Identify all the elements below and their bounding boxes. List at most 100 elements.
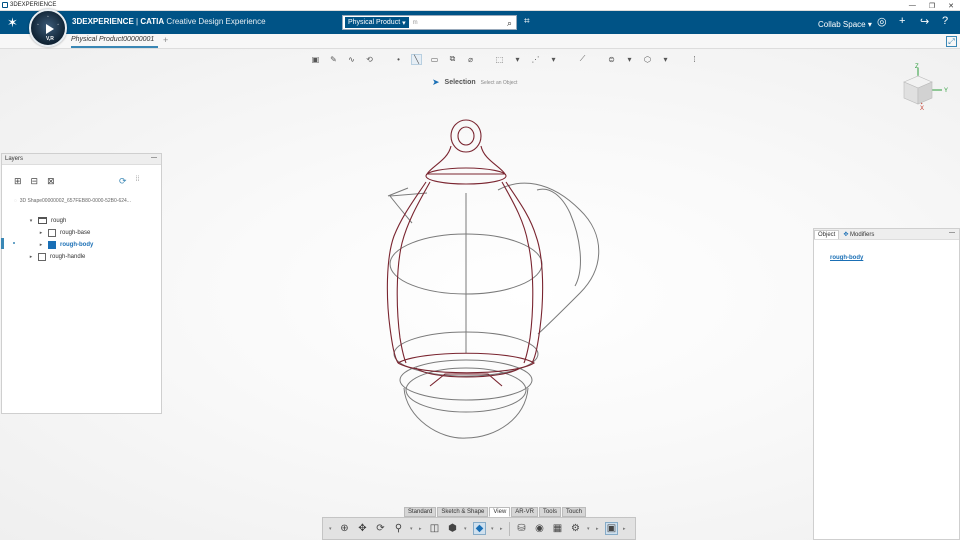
view-mode-icon[interactable]: ◆ <box>473 522 486 535</box>
action-bar-tabs: Standard Sketch & Shape View AR-VR Tools… <box>404 507 586 517</box>
cursor-arrow-icon: ➤ <box>432 77 440 87</box>
compass-widget[interactable]: ◦ ◦ ◦ V,R <box>29 9 67 47</box>
cube-y-label: Y <box>944 88 948 94</box>
chevron-right-icon[interactable]: ▸ <box>596 526 600 532</box>
cube-view-icon[interactable]: ⬡ <box>642 55 653 64</box>
action-bar: ▾ ⊕ ✥ ⟳ ⚲ ▾ ▸ ◫ ⬢ ▾ ◆ ▾ ▸ ⛁ ◉ ▦ ⚙ ▾ ▸ ▣ … <box>322 517 636 540</box>
capture-icon[interactable]: ◫ <box>428 523 441 534</box>
compass-quadrant-top[interactable]: ◦ <box>47 14 49 20</box>
minimize-button[interactable]: — <box>909 2 916 9</box>
chevron-down-icon[interactable]: ▾ <box>329 526 333 532</box>
tab-modifiers[interactable]: ✥ Modifiers <box>839 230 878 239</box>
cube-x-label: X <box>920 106 924 112</box>
play-icon[interactable] <box>46 24 54 34</box>
magnifier-icon[interactable]: ⚲ <box>392 523 405 534</box>
new-folder-icon[interactable]: ⊟ <box>31 176 39 187</box>
transform-icon[interactable]: ⟲ <box>364 55 375 64</box>
delete-icon[interactable]: ⊠ <box>47 176 55 187</box>
expand-arrow-icon[interactable]: ▸ <box>28 254 34 260</box>
search-category-dropdown[interactable]: Physical Product ▾ <box>345 17 409 28</box>
window-title: 3DEXPERIENCE <box>10 2 57 8</box>
maximize-button[interactable]: ❐ <box>929 2 935 10</box>
database-icon[interactable]: ⛁ <box>515 523 528 534</box>
view-cube[interactable]: Z Y X <box>898 62 952 114</box>
chevron-down-icon[interactable]: ▾ <box>587 526 591 532</box>
grip-icon[interactable]: ⁞⁞ <box>136 176 140 187</box>
tab-touch[interactable]: Touch <box>561 507 586 517</box>
tree-item-rough[interactable]: ▾ rough <box>28 215 66 226</box>
layers-panel: Layers — ⊞ ⊟ ⊠ ⟳ ⁞⁞ ◌ 3D Shape00000002_6… <box>1 153 162 414</box>
tab-ar-vr[interactable]: AR-VR <box>511 507 538 517</box>
tab-tools[interactable]: Tools <box>538 507 561 517</box>
collab-space-dropdown[interactable]: Collab Space ▾ <box>818 20 872 29</box>
chevron-down-icon[interactable]: ▾ <box>512 55 523 64</box>
expand-icon[interactable]: ⤢ <box>946 36 957 47</box>
shape-node[interactable]: ◌ 3D Shape00000002_657FEB80-0000-52B0-62… <box>14 198 131 204</box>
share-icon[interactable]: ↪ <box>920 15 929 28</box>
modifiers-icon: ✥ <box>843 232 849 238</box>
minimize-panel-button[interactable]: — <box>151 155 157 161</box>
layers-toolbar-right: ⟳ ⁞⁞ <box>119 176 139 187</box>
tree-item-rough-body[interactable]: ▸ rough-body <box>38 239 93 250</box>
object-link-rough-body[interactable]: rough-body <box>830 255 863 261</box>
expand-arrow-icon[interactable]: ▾ <box>28 218 34 224</box>
tab-sketch-shape[interactable]: Sketch & Shape <box>437 507 489 517</box>
chevron-down-icon[interactable]: ▾ <box>464 526 468 532</box>
user-profile-icon[interactable]: ◎ <box>877 15 887 28</box>
tree-item-rough-base[interactable]: ▸ rough-base <box>38 227 90 238</box>
chevron-down-icon[interactable]: ▾ <box>660 55 671 64</box>
snap-icon[interactable]: ⋰ <box>530 55 541 64</box>
erase-icon[interactable]: ⌀ <box>465 55 476 64</box>
pan-icon[interactable]: ✥ <box>356 523 369 534</box>
compass-quadrant-right[interactable]: ◦ <box>57 22 59 28</box>
ds-logo-icon[interactable]: ✶ <box>7 15 18 31</box>
refresh-icon[interactable]: ⟳ <box>119 176 127 187</box>
minimize-panel-button[interactable]: — <box>949 230 955 236</box>
settings-icon[interactable]: ⚙ <box>569 523 582 534</box>
teapot-sketch[interactable] <box>380 118 610 448</box>
close-button[interactable]: ✕ <box>948 2 954 10</box>
active-layer-dot <box>13 242 15 244</box>
tab-object[interactable]: Object <box>814 230 840 239</box>
box-select-icon[interactable]: ⬚ <box>494 55 505 64</box>
expand-arrow-icon[interactable]: ▸ <box>38 230 44 236</box>
chevron-down-icon[interactable]: ▾ <box>410 526 414 532</box>
render-style-icon[interactable]: ⬢ <box>446 523 459 534</box>
tree-item-rough-handle[interactable]: ▸ rough-handle <box>28 251 85 262</box>
layers-title: Layers <box>5 156 24 162</box>
help-icon[interactable]: ? <box>942 15 948 27</box>
line-icon[interactable]: ╲ <box>411 53 422 65</box>
chevron-right-icon[interactable]: ▸ <box>419 526 423 532</box>
zoom-icon[interactable]: ⊕ <box>338 523 351 534</box>
pen-icon[interactable]: ⟋ <box>577 54 588 64</box>
visibility-icon[interactable]: ◌ <box>14 198 17 204</box>
chevron-down-icon[interactable]: ▾ <box>548 55 559 64</box>
grip-icon[interactable]: ⁞ <box>689 55 700 64</box>
tab-physical-product[interactable]: Physical Product00000001 <box>71 36 159 48</box>
add-icon[interactable]: + <box>899 15 905 27</box>
tag-icon[interactable]: ⌗ <box>524 16 530 27</box>
chevron-right-icon[interactable]: ▸ <box>623 526 627 532</box>
frame-icon[interactable]: ▣ <box>310 55 321 64</box>
rectangle-icon[interactable]: ▭ <box>429 55 440 64</box>
ambience-icon[interactable]: ◉ <box>533 523 546 534</box>
visualization-icon[interactable]: ▦ <box>551 523 564 534</box>
expand-arrow-icon[interactable]: ▸ <box>38 242 44 248</box>
search-icon[interactable]: ⌕ <box>507 18 512 29</box>
brush-icon[interactable]: ✎ <box>328 55 339 64</box>
visibility-icon[interactable]: ⊜ <box>606 55 617 64</box>
new-tab-button[interactable]: + <box>163 35 168 45</box>
chevron-right-icon[interactable]: ▸ <box>500 526 504 532</box>
offset-icon[interactable]: ⧉ <box>447 54 458 64</box>
chevron-down-icon[interactable]: ▾ <box>624 55 635 64</box>
curve-icon[interactable]: ∿ <box>346 55 357 64</box>
tab-standard[interactable]: Standard <box>404 507 437 517</box>
search-input[interactable] <box>412 17 493 28</box>
tab-view[interactable]: View <box>489 507 511 517</box>
rotate-icon[interactable]: ⟳ <box>374 523 387 534</box>
point-icon[interactable]: • <box>393 55 404 64</box>
new-layer-icon[interactable]: ⊞ <box>14 176 22 187</box>
chevron-down-icon[interactable]: ▾ <box>491 526 495 532</box>
sketch-view-icon[interactable]: ▣ <box>605 522 618 535</box>
compass-quadrant-left[interactable]: ◦ <box>37 22 39 28</box>
